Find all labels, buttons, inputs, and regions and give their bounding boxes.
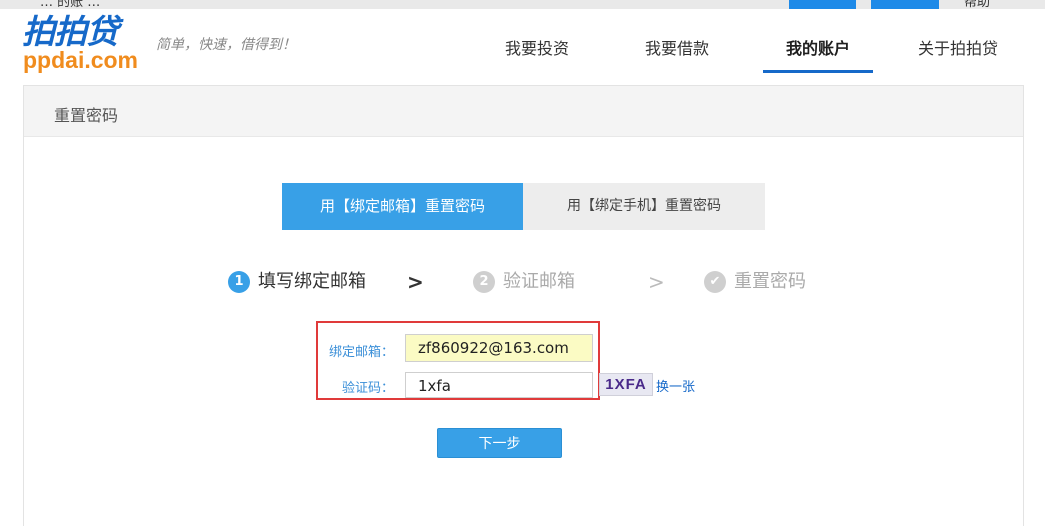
refresh-captcha-link[interactable]: 换一张 [656,376,695,395]
site-header: 拍拍贷 ppdai.com 简单，快速，借得到！ 我要投资 我要借款 我的账户 … [0,9,1045,75]
panel-header: 重置密码 [24,86,1023,137]
step-fill-email: 1 填写绑定邮箱 [228,269,366,295]
nav-borrow[interactable]: 我要借款 [645,35,709,59]
nav-invest[interactable]: 我要投资 [505,35,569,59]
logo[interactable]: 拍拍贷 ppdai.com [22,12,152,74]
next-step-button[interactable]: 下一步 [437,428,562,458]
email-label: 绑定邮箱： [328,345,394,360]
nav-about[interactable]: 关于拍拍贷 [918,35,998,59]
active-nav-indicator [763,70,873,73]
step-label: 验证邮箱 [503,271,575,292]
page-title: 重置密码 [54,106,119,125]
nav-my-account[interactable]: 我的账户 [786,35,850,59]
step-label: 填写绑定邮箱 [258,271,366,292]
top-bar: … 的账 … 帮助 [0,0,1045,9]
step-number-1: 1 [228,271,250,293]
step-reset-password: ✔ 重置密码 [704,269,806,295]
logo-chinese: 拍拍贷 [22,12,119,51]
email-field[interactable]: zf860922@163.com [405,334,593,362]
top-bar-partial-text: … 的账 … [40,0,101,9]
captcha-input[interactable]: 1xfa [405,372,593,398]
chevron-right-icon: > [407,270,424,294]
logo-domain: ppdai.com [23,47,139,73]
register-button[interactable] [871,0,939,9]
tab-reset-by-email[interactable]: 用【绑定邮箱】重置密码 [282,183,523,230]
step-label: 重置密码 [734,271,806,292]
checkmark-icon: ✔ [704,271,726,293]
reset-password-panel: 重置密码 用【绑定邮箱】重置密码 用【绑定手机】重置密码 1 填写绑定邮箱 > 2… [23,85,1024,526]
captcha-label: 验证码： [341,381,394,396]
slogan: 简单，快速，借得到！ [156,37,296,53]
tab-reset-by-phone[interactable]: 用【绑定手机】重置密码 [523,183,765,230]
login-button[interactable] [789,0,856,9]
captcha-image[interactable]: 1XFA [599,373,653,396]
help-link[interactable]: 帮助 [964,0,990,9]
step-number-2: 2 [473,271,495,293]
chevron-right-icon: > [648,270,665,294]
step-verify-email: 2 验证邮箱 [473,269,575,295]
